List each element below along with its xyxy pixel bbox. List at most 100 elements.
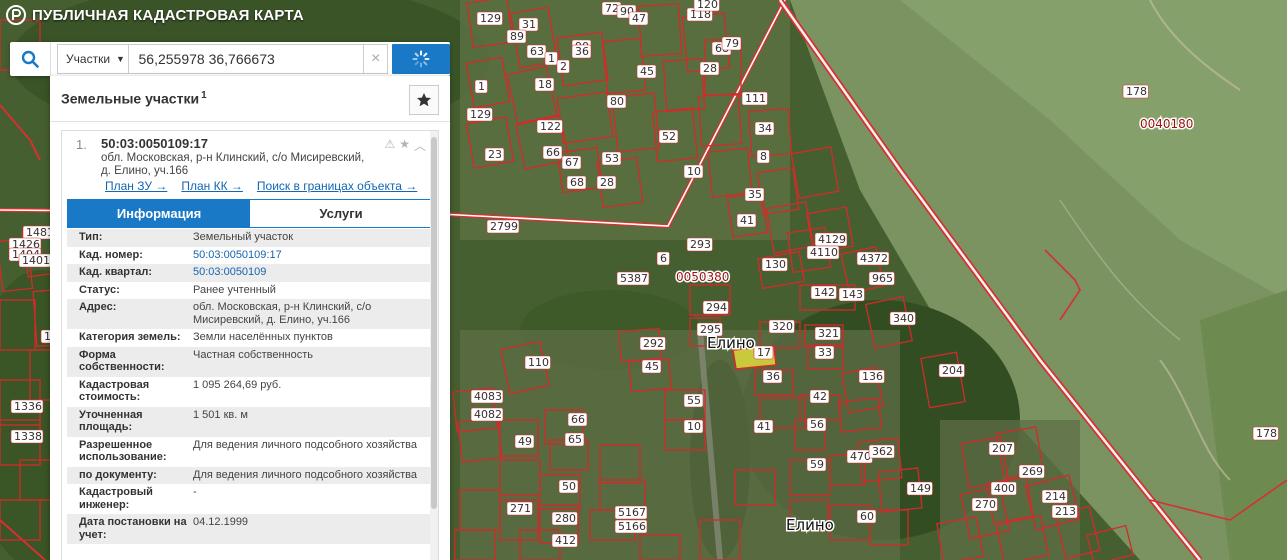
svg-text:2: 2	[560, 60, 567, 73]
svg-text:412: 412	[555, 534, 576, 547]
svg-text:207: 207	[992, 442, 1013, 455]
plot-number-label: 68	[566, 175, 587, 190]
plot-number-label: 35	[744, 187, 765, 202]
results-panel: Земельные участки 1 1. 50:03:0050109:17 о…	[50, 76, 450, 560]
property-row: Дата постановки на учет: 04.12.1999	[67, 514, 433, 544]
plot-number-label: 4372	[856, 251, 890, 266]
svg-text:4110: 4110	[810, 246, 838, 259]
place-label-elino-2: Елино	[786, 516, 834, 534]
plot-number-label: 63	[526, 44, 547, 59]
property-row: Кадастровый инженер: -	[67, 484, 433, 514]
link-plan-zu[interactable]: План ЗУ →	[105, 179, 167, 193]
property-row: Тип: Земельный участок	[67, 229, 433, 247]
svg-text:67: 67	[565, 156, 579, 169]
plot-number-label: 2	[556, 59, 570, 74]
property-value-link[interactable]: 50:03:0050109	[193, 266, 433, 279]
search-type-label: Участки	[66, 52, 111, 66]
tab-information[interactable]: Информация	[68, 200, 250, 227]
property-value-link[interactable]: 50:03:0050109:17	[193, 249, 433, 262]
plot-number-label: 6	[656, 251, 670, 266]
svg-text:321: 321	[818, 327, 839, 340]
svg-text:5387: 5387	[620, 272, 648, 285]
svg-text:17: 17	[757, 346, 771, 359]
svg-text:41: 41	[757, 420, 771, 433]
search-bar: Участки ▼ ×	[10, 42, 450, 76]
svg-text:1: 1	[478, 80, 485, 93]
property-value: 1 095 264,69 руб.	[193, 378, 282, 391]
plot-number-label: 470	[846, 449, 873, 464]
plot-number-label: 4129	[814, 232, 848, 247]
property-value: 1 501 кв. м	[193, 408, 248, 421]
property-row: Уточненная площадь: 1 501 кв. м	[67, 406, 433, 437]
star-icon[interactable]: ★	[399, 137, 410, 154]
result-cadastral-number[interactable]: 50:03:0050109:17	[101, 136, 208, 151]
plot-number-label: 52	[658, 129, 679, 144]
svg-text:47: 47	[632, 12, 646, 25]
favorites-button[interactable]	[409, 85, 439, 115]
plot-number-label: 122	[536, 119, 563, 134]
result-scrollbar[interactable]	[430, 131, 438, 560]
plot-number-label: 149	[906, 481, 933, 496]
property-key: Адрес:	[79, 301, 117, 313]
plot-number-label: 321	[814, 326, 841, 341]
svg-text:4082: 4082	[474, 408, 502, 421]
plot-number-label: 1336	[10, 399, 44, 414]
svg-text:31: 31	[522, 18, 536, 31]
search-submit-button[interactable]	[392, 44, 450, 74]
result-number: 1.	[76, 137, 87, 152]
property-value: 04.12.1999	[193, 516, 249, 528]
svg-text:49: 49	[518, 435, 532, 448]
plot-number-label: 41	[753, 419, 774, 434]
plot-number-label: 8	[756, 149, 770, 164]
plot-number-label: 10	[683, 164, 704, 179]
plot-number-label: 130	[761, 257, 788, 272]
app-header: ПУБЛИЧНАЯ КАДАСТРОВАЯ КАРТА	[6, 2, 304, 28]
property-row: Кадастровая стоимость: 1 095 264,69 руб.	[67, 376, 433, 407]
svg-text:4083: 4083	[474, 390, 502, 403]
property-key: Тип:	[79, 231, 103, 243]
property-value: Для ведения личного подсобного хозяйства	[193, 468, 417, 481]
result-card-header[interactable]: 1. 50:03:0050109:17 обл. Московская, р-н…	[62, 131, 438, 201]
svg-text:1401: 1401	[22, 254, 50, 267]
search-input[interactable]	[128, 44, 364, 74]
property-key: Кад. номер:	[79, 248, 143, 261]
svg-text:965: 965	[872, 272, 893, 285]
svg-text:2799: 2799	[490, 220, 518, 233]
svg-text:320: 320	[772, 320, 793, 333]
plot-number-label: 110	[524, 355, 551, 370]
plot-number-label: 49	[514, 434, 535, 449]
link-plan-kk[interactable]: План КК →	[181, 179, 243, 193]
svg-text:142: 142	[814, 286, 835, 299]
plot-number-label: 5167	[614, 505, 648, 520]
results-count: 1	[201, 90, 207, 101]
svg-text:178: 178	[1256, 427, 1277, 440]
chevron-down-icon: ▼	[116, 54, 125, 64]
property-key: Кад. квартал:	[79, 266, 153, 278]
svg-text:50: 50	[562, 480, 576, 493]
property-row: Адрес: обл. Московская, р-н Клинский, с/о…	[67, 299, 433, 329]
plot-number-label: 178	[1122, 84, 1149, 99]
plot-number-label: 60	[856, 509, 877, 524]
plot-number-label: 45	[636, 64, 657, 79]
svg-text:34: 34	[758, 122, 772, 135]
tab-services[interactable]: Услуги	[250, 200, 432, 227]
search-type-select[interactable]: Участки ▼	[57, 44, 129, 74]
scrollbar-thumb[interactable]	[431, 137, 437, 509]
plot-number-label: 23	[484, 147, 505, 162]
svg-text:79: 79	[725, 37, 739, 50]
property-value: Частная собственность	[193, 348, 314, 361]
search-icon	[21, 50, 39, 68]
warning-icon[interactable]: ⚠	[384, 137, 395, 154]
plot-number-label: 45	[641, 359, 662, 374]
property-key: Форма собственности:	[79, 348, 165, 374]
plot-number-label: 270	[971, 497, 998, 512]
link-search-in-bounds[interactable]: Поиск в границах объекта →	[257, 179, 417, 193]
search-toggle-button[interactable]	[10, 42, 52, 76]
chevron-up-icon[interactable]: ︿	[414, 137, 426, 154]
clear-search-button[interactable]: ×	[363, 44, 389, 74]
svg-text:294: 294	[706, 301, 727, 314]
plot-number-label: 129	[466, 107, 493, 122]
plot-number-label: 1	[474, 79, 488, 94]
plot-number-label: 111	[741, 91, 768, 106]
plot-number-label: 42	[809, 389, 830, 404]
